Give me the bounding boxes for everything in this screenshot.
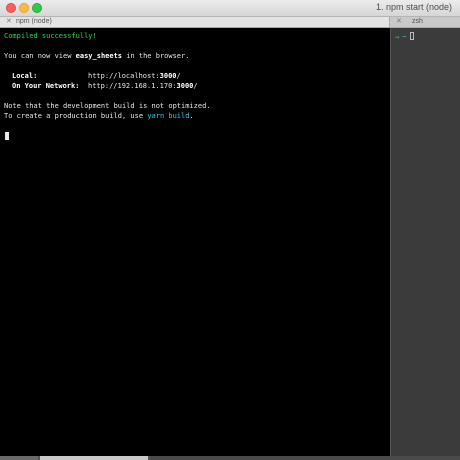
tab-zsh[interactable]: ✕ zsh (390, 17, 460, 27)
terminal-window: 1. npm start (node) ✕ npm (node) ✕ zsh C… (0, 0, 460, 460)
local-url: http://localhost:3000/ (88, 72, 181, 80)
minimize-window-button[interactable] (19, 3, 29, 13)
text-cursor (410, 32, 415, 40)
close-tab-icon[interactable]: ✕ (396, 17, 402, 27)
production-suffix: . (189, 112, 194, 120)
local-port: 3000 (159, 72, 177, 80)
network-label: On Your Network: (12, 82, 80, 90)
desktop-strip (0, 456, 460, 460)
prompt-arrow-icon: → (395, 33, 400, 41)
close-window-button[interactable] (6, 3, 16, 13)
view-suffix: in the browser. (122, 52, 190, 60)
terminal-pane-right[interactable]: → ~ (390, 28, 460, 456)
network-url-prefix: http://192.168.1.170: (88, 82, 177, 90)
compiled-message: Compiled successfully! (4, 32, 97, 40)
network-url-suffix: / (193, 82, 198, 90)
desktop-segment (0, 456, 38, 460)
tab-label: npm (node) (16, 18, 52, 25)
desktop-segment (40, 456, 148, 460)
tab-npm[interactable]: ✕ npm (node) (0, 17, 390, 27)
build-note: Note that the development build is not o… (4, 102, 211, 110)
production-prefix: To create a production build, use (4, 112, 148, 120)
local-url-prefix: http://localhost: (88, 72, 160, 80)
desktop-segment (150, 456, 460, 460)
text-cursor (5, 132, 9, 140)
shell-prompt: → ~ (395, 32, 415, 41)
zoom-window-button[interactable] (32, 3, 42, 13)
production-command: yarn build (147, 112, 190, 120)
production-hint: To create a production build, use yarn b… (4, 112, 194, 120)
view-prefix: You can now view (4, 52, 76, 60)
network-port: 3000 (176, 82, 194, 90)
network-url: http://192.168.1.170:3000/ (88, 82, 198, 90)
window-title: 1. npm start (node) (375, 2, 452, 12)
title-bar: 1. npm start (node) (0, 0, 460, 17)
app-name: easy_sheets (75, 52, 123, 60)
tab-label: zsh (412, 18, 423, 25)
close-tab-icon[interactable]: ✕ (6, 17, 12, 27)
terminal-pane-left[interactable]: Compiled successfully! You can now view … (0, 28, 390, 456)
local-label: Local: (12, 72, 38, 80)
prompt-directory: ~ (402, 33, 407, 41)
view-message: You can now view easy_sheets in the brow… (4, 52, 189, 60)
tab-bar: ✕ npm (node) ✕ zsh (0, 17, 460, 28)
local-url-suffix: / (176, 72, 181, 80)
